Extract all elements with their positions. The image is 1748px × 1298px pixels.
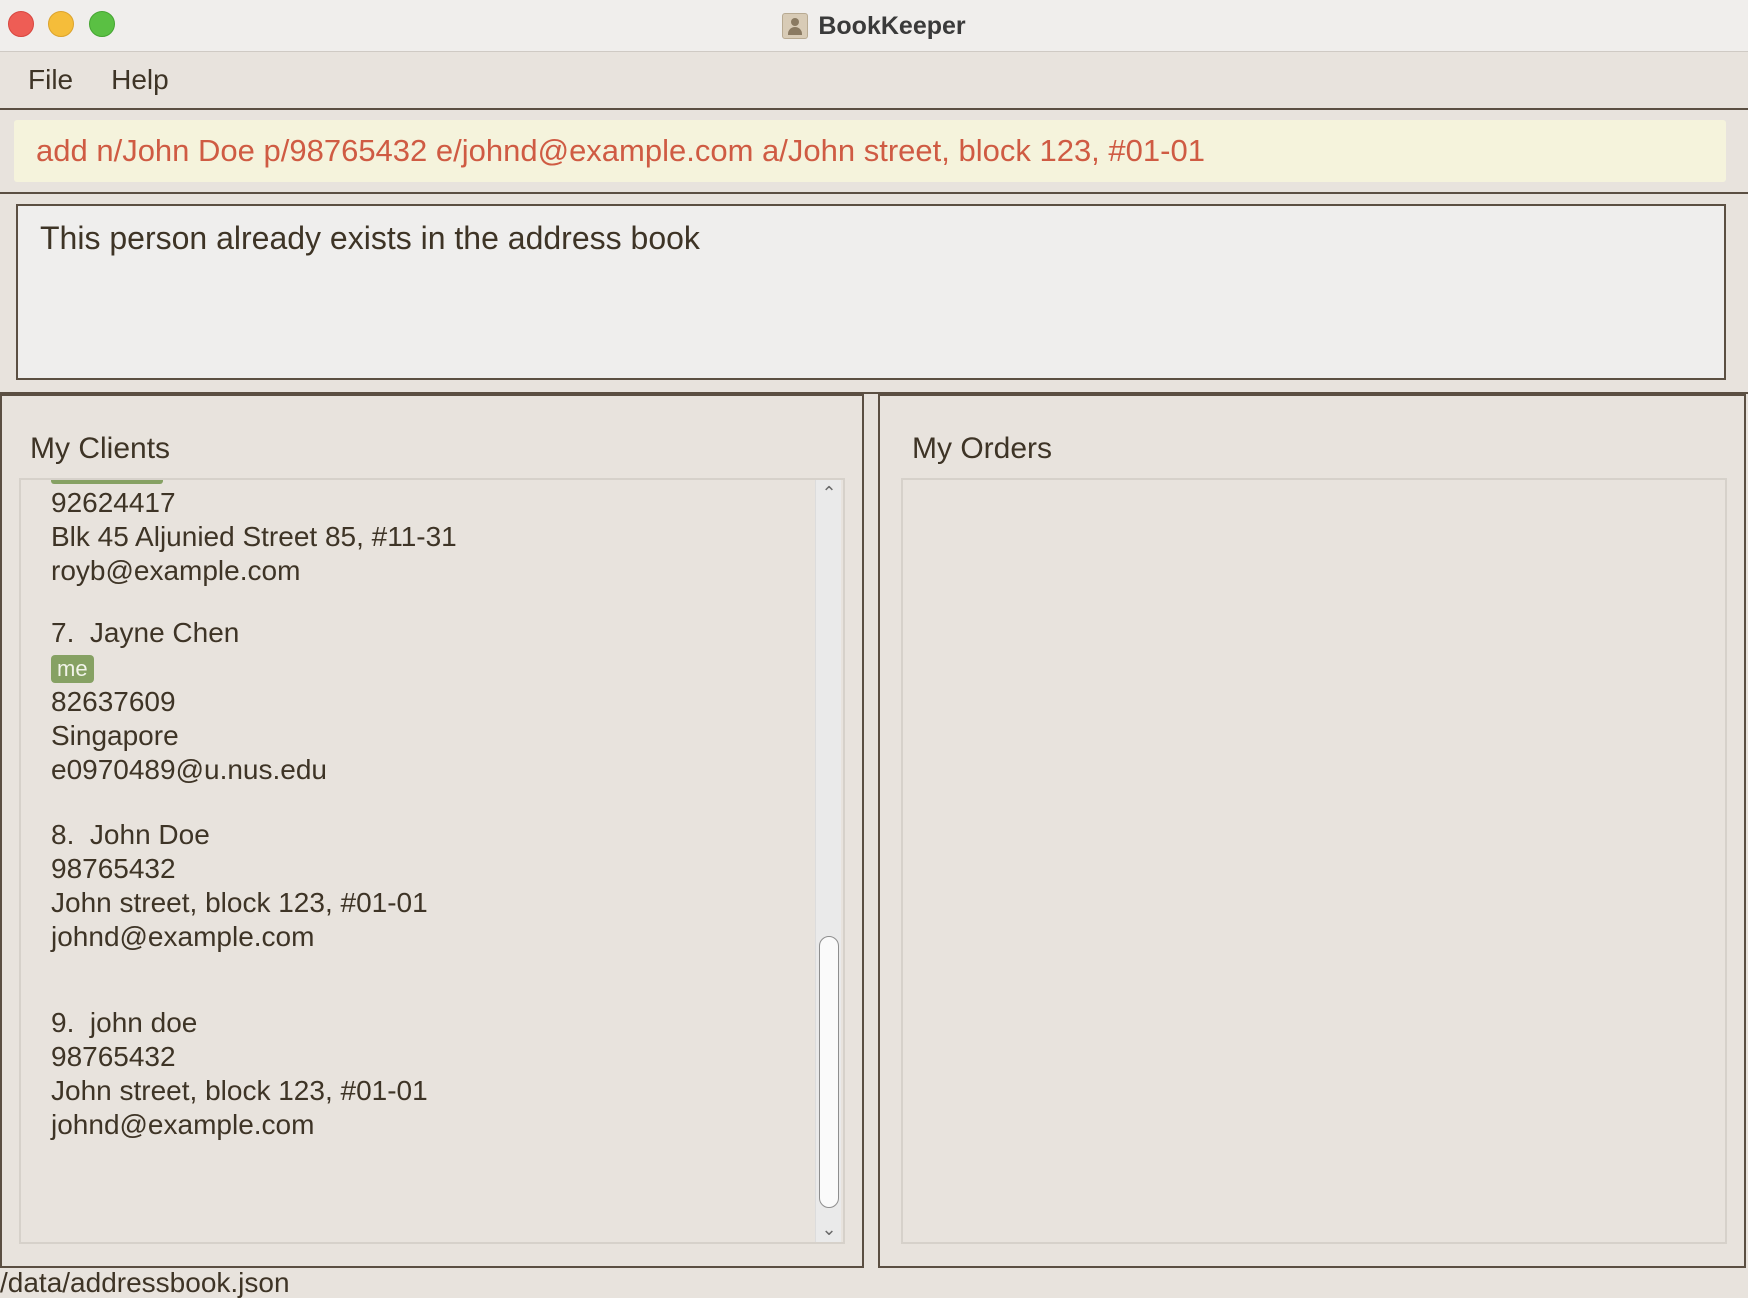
client-address: John street, block 123, #01-01 bbox=[51, 887, 428, 918]
client-name: Jayne Chen bbox=[89, 617, 240, 648]
command-input[interactable] bbox=[14, 120, 1726, 182]
scroll-down-icon[interactable]: ⌄ bbox=[816, 1218, 842, 1240]
client-card[interactable]: 9. john doe 98765432 John street, block … bbox=[51, 1006, 428, 1142]
title-bar: BookKeeper bbox=[0, 0, 1748, 52]
client-name: John Doe bbox=[89, 819, 210, 850]
client-address: John street, block 123, #01-01 bbox=[51, 1075, 428, 1106]
client-email: johnd@example.com bbox=[51, 921, 315, 952]
contacts-book-icon bbox=[782, 13, 809, 39]
client-name: john doe bbox=[89, 1007, 198, 1038]
client-index: 7. bbox=[51, 617, 75, 648]
save-location-path: /data/addressbook.json bbox=[0, 1267, 290, 1298]
order-list[interactable] bbox=[901, 478, 1727, 1244]
scroll-thumb[interactable] bbox=[819, 936, 839, 1208]
client-name-line: 7. Jayne Chen bbox=[51, 616, 327, 650]
client-card-partial[interactable]: 92624417 Blk 45 Aljunied Street 85, #11-… bbox=[51, 486, 457, 588]
result-display-panel: This person already exists in the addres… bbox=[0, 194, 1748, 394]
client-address: Singapore bbox=[51, 720, 179, 751]
client-phone: 98765432 bbox=[51, 1041, 176, 1072]
client-name-line: 8. John Doe bbox=[51, 818, 428, 852]
menu-file[interactable]: File bbox=[28, 64, 73, 96]
client-phone: 92624417 bbox=[51, 487, 176, 518]
client-tag: me bbox=[51, 655, 94, 683]
client-email: royb@example.com bbox=[51, 555, 301, 586]
partial-tag bbox=[51, 480, 163, 484]
client-list-scrollbar[interactable]: ⌃ ⌄ bbox=[815, 480, 841, 1242]
menu-help[interactable]: Help bbox=[111, 64, 169, 96]
client-list[interactable]: 92624417 Blk 45 Aljunied Street 85, #11-… bbox=[19, 478, 845, 1244]
app-window: BookKeeper File Help This person already… bbox=[0, 0, 1748, 1298]
clients-panel: My Clients 92624417 Blk 45 Aljunied Stre… bbox=[0, 394, 864, 1268]
window-title-group: BookKeeper bbox=[0, 0, 1748, 52]
client-address: Blk 45 Aljunied Street 85, #11-31 bbox=[51, 521, 457, 552]
client-phone: 98765432 bbox=[51, 853, 176, 884]
client-phone: 82637609 bbox=[51, 686, 176, 717]
result-message: This person already exists in the addres… bbox=[40, 220, 700, 256]
command-box-panel bbox=[0, 108, 1748, 194]
client-email: johnd@example.com bbox=[51, 1109, 315, 1140]
client-name-line: 9. john doe bbox=[51, 1006, 428, 1040]
client-card[interactable]: 7. Jayne Chen me 82637609 Singapore e097… bbox=[51, 616, 327, 787]
result-display: This person already exists in the addres… bbox=[16, 204, 1726, 380]
client-index: 9. bbox=[51, 1007, 75, 1038]
clients-heading: My Clients bbox=[30, 432, 171, 465]
scroll-up-icon[interactable]: ⌃ bbox=[816, 482, 842, 504]
orders-panel: My Orders bbox=[878, 394, 1746, 1268]
client-email: e0970489@u.nus.edu bbox=[51, 754, 327, 785]
window-title: BookKeeper bbox=[818, 11, 966, 40]
orders-heading: My Orders bbox=[912, 432, 1053, 465]
client-card[interactable]: 8. John Doe 98765432 John street, block … bbox=[51, 818, 428, 954]
client-index: 8. bbox=[51, 819, 75, 850]
status-bar: /data/addressbook.json bbox=[0, 1267, 1748, 1298]
menu-bar: File Help bbox=[0, 52, 1748, 108]
